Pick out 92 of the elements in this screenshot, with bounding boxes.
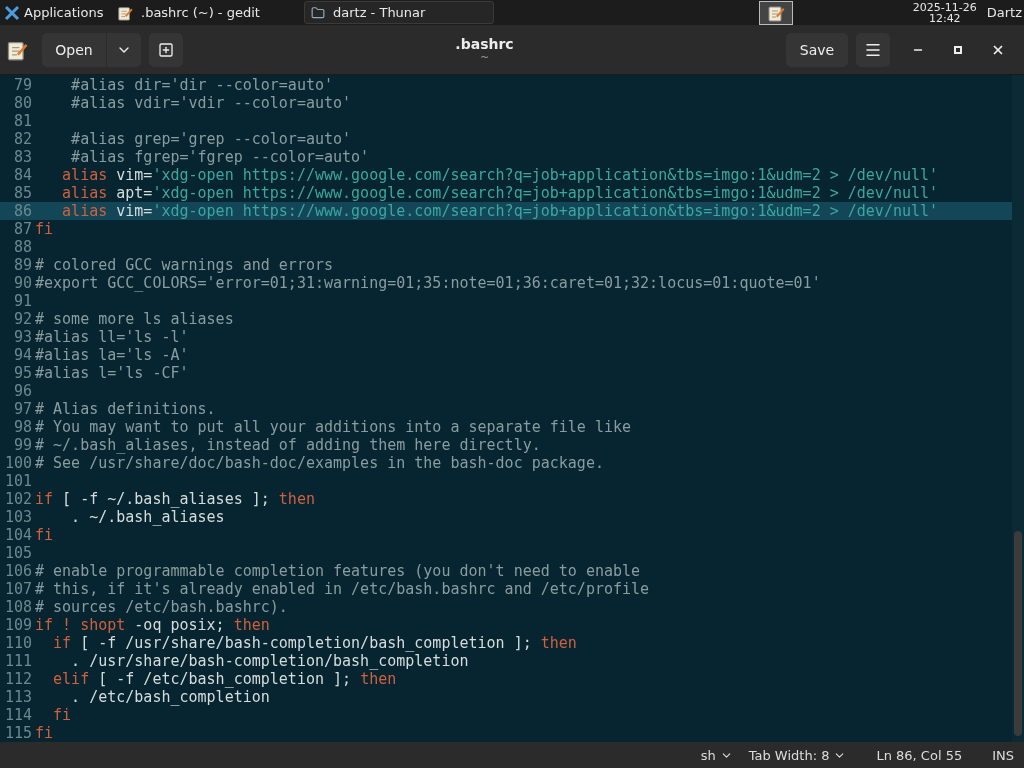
code-line: # ~/.bash_aliases, instead of adding them here directly. (35, 436, 541, 454)
code-line: # Alias definitions. (35, 400, 216, 418)
notepad-icon (766, 3, 785, 22)
plus-icon (158, 41, 174, 58)
code-line: #alias fgrep='fgrep --color=auto' (70, 148, 370, 166)
window-title: .bashrc (455, 36, 514, 52)
code-line: if ! shopt -oq posix; then (35, 616, 270, 634)
line-number: 113 (3, 688, 33, 706)
code-line: alias vim='xdg-open https://www.google.com/search?q=job+application&tbs=imgo:1&udm=2 > /dev/null' (61, 202, 939, 220)
code-line: # See /usr/share/doc/bash-doc/examples in the bash-doc package. (35, 454, 604, 472)
new-tab-button[interactable] (149, 32, 183, 67)
code-line: fi (52, 706, 72, 724)
line-number: 99 (12, 436, 33, 454)
line-number: 100 (3, 454, 33, 472)
clock: 2025-11-26 12:42 (912, 1, 977, 24)
code-line: #alias l='ls -CF' (35, 364, 189, 382)
line-number: 114 (3, 706, 33, 724)
line-number: 84 (12, 166, 33, 184)
line-number: 110 (3, 634, 33, 652)
line-number: 94 (12, 346, 33, 364)
line-number: 86 (12, 202, 33, 220)
line-number: 102 (3, 490, 33, 508)
line-number: 107 (3, 580, 33, 598)
code-line: #alias la='ls -A' (35, 346, 189, 364)
code-line: . /usr/share/bash-completion/bash_completion (70, 652, 469, 670)
code-line: alias vim='xdg-open https://www.google.com/search?q=job+application&tbs=imgo:1&udm=2 > /dev/null' (61, 166, 939, 184)
line-number: 97 (12, 400, 33, 418)
open-button[interactable]: Open (42, 32, 106, 67)
line-number: 111 (3, 652, 33, 670)
line-number: 87 (12, 220, 33, 238)
taskbar-button[interactable]: dartz - Thunar (304, 1, 494, 24)
language-dropdown[interactable]: sh (692, 747, 741, 763)
line-number: 85 (12, 184, 33, 202)
code-line: elif [ -f /etc/bash_completion ]; then (52, 670, 397, 688)
scrollbar[interactable] (1012, 75, 1024, 742)
code-line: . ~/.bash_aliases (70, 508, 225, 526)
code-line: # sources /etc/bash.bashrc). (35, 598, 288, 616)
code-line: if [ -f /usr/share/bash-completion/bash_completion ]; then (52, 634, 577, 652)
applications-menu[interactable]: Applications (0, 4, 110, 21)
tab-width-dropdown[interactable]: Tab Width: 8 (740, 747, 855, 763)
folder-icon (311, 5, 325, 20)
line-number: 96 (12, 382, 33, 400)
line-number: 79 (12, 76, 33, 94)
line-number: 80 (12, 94, 33, 112)
code-line: alias apt='xdg-open https://www.google.com/search?q=job+application&tbs=imgo:1&udm=2 > /dev/null' (61, 184, 939, 202)
line-number: 91 (12, 292, 33, 310)
line-number: 105 (3, 544, 33, 562)
line-number: 93 (12, 328, 33, 346)
line-number: 90 (12, 274, 33, 292)
open-menu-button[interactable] (107, 32, 141, 67)
cursor-position: Ln 86, Col 55 (875, 747, 964, 763)
code-line: # colored GCC warnings and errors (35, 256, 333, 274)
insert-mode: INS (991, 747, 1015, 763)
line-number: 98 (12, 418, 33, 436)
line-number: 101 (3, 472, 33, 490)
notepad-icon (117, 4, 133, 21)
code-line: #alias ll='ls -l' (35, 328, 189, 346)
code-line: fi (35, 724, 54, 742)
line-number: 106 (3, 562, 33, 580)
code-line: if [ -f ~/.bash_aliases ]; then (35, 490, 315, 508)
code-line: # some more ls aliases (35, 310, 234, 328)
line-number: 88 (12, 238, 33, 256)
code-line: # You may want to put all your additions into a separate file like (35, 418, 632, 436)
tray-button[interactable] (758, 0, 793, 25)
line-number: 83 (12, 148, 33, 166)
code-line: fi (35, 526, 54, 544)
code-line: . /etc/bash_completion (70, 688, 270, 706)
line-number: 109 (3, 616, 33, 634)
user-name[interactable]: Dartz (986, 5, 1022, 20)
line-number: 103 (3, 508, 33, 526)
code-line: #alias dir='dir --color=auto' (70, 76, 333, 94)
line-number: 89 (12, 256, 33, 274)
line-number: 108 (3, 598, 33, 616)
xfce-logo-icon (4, 4, 20, 21)
scrollbar-thumb[interactable] (1014, 531, 1022, 736)
line-number: 95 (12, 364, 33, 382)
line-number: 92 (12, 310, 33, 328)
line-number: 112 (3, 670, 33, 688)
save-button[interactable]: Save (786, 32, 848, 67)
code-line: fi (35, 220, 54, 238)
code-line: #alias grep='grep --color=auto' (70, 130, 352, 148)
code-line: #alias vdir='vdir --color=auto' (70, 94, 352, 112)
menu-button[interactable] (856, 32, 890, 67)
maximize-icon (954, 45, 962, 54)
line-number: 115 (3, 724, 33, 742)
code-line: #export GCC_COLORS='error=01;31:warning=01;35:note=01;36:caret=01;32:locus=01:quote=01' (35, 274, 821, 292)
code-line: # enable programmable completion features (you don't need to enable (35, 562, 641, 580)
line-number: 82 (12, 130, 33, 148)
line-number: 104 (3, 526, 33, 544)
window-subtitle: ~ (479, 52, 490, 63)
code-line: # this, if it's already enabled in /etc/bash.bashrc and /etc/profile (35, 580, 650, 598)
line-number: 81 (12, 112, 33, 130)
